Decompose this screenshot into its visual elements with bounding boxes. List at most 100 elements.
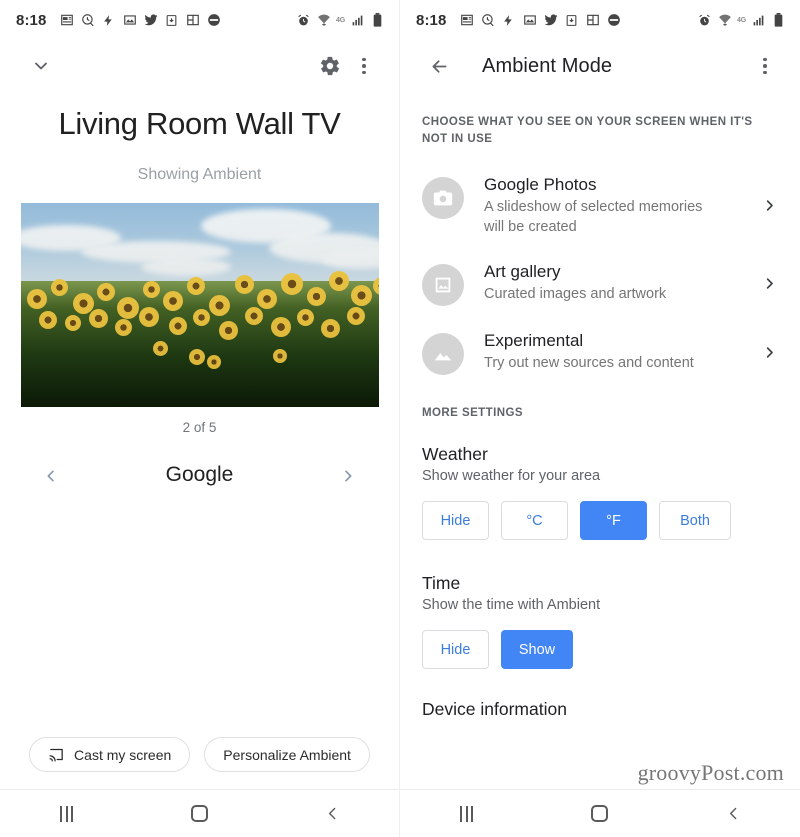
device-title: Living Room Wall TV <box>58 106 341 141</box>
ambient-photo-preview[interactable] <box>20 203 379 407</box>
android-nav-bar-right <box>400 789 800 837</box>
status-bar-right-group: 4G <box>296 13 385 28</box>
more-vertical-icon <box>763 57 767 75</box>
status-bar-left-group: 8:18 <box>416 12 697 29</box>
personalize-ambient-button[interactable]: Personalize Ambient <box>204 737 370 772</box>
battery-icon <box>771 13 786 28</box>
twitter-icon <box>543 13 558 28</box>
list-item-title: Art gallery <box>484 262 561 281</box>
time-option-hide[interactable]: Hide <box>422 630 489 669</box>
watermark: groovyPost.com <box>637 760 784 785</box>
list-item-title: Google Photos <box>484 175 597 194</box>
choose-source-section-header: CHOOSE WHAT YOU SEE ON YOUR SCREEN WHEN … <box>422 116 753 145</box>
chevron-right-icon <box>345 470 352 482</box>
weather-option-fahrenheit[interactable]: °F <box>580 501 647 540</box>
back-nav-button[interactable] <box>422 49 456 83</box>
chevron-left-icon <box>47 470 54 482</box>
back-chevron-icon <box>328 807 336 820</box>
status-bar-clock: 8:18 <box>416 11 447 29</box>
ambient-source-name: Google <box>165 463 234 486</box>
recents-icon <box>460 805 474 822</box>
weather-option-both[interactable]: Both <box>659 501 731 540</box>
more-vertical-icon <box>362 57 366 75</box>
list-item-subtitle: A slideshow of selected memories will be… <box>484 199 703 235</box>
back-chevron-icon <box>729 807 737 820</box>
list-item-title: Experimental <box>484 331 584 350</box>
circle-app-icon <box>606 13 621 28</box>
device-status-text: Showing Ambient <box>137 166 262 183</box>
recents-button[interactable] <box>37 790 97 837</box>
more-settings-section-header: MORE SETTINGS <box>422 407 524 419</box>
weather-option-hide[interactable]: Hide <box>422 501 489 540</box>
time-option-show[interactable]: Show <box>501 630 573 669</box>
list-item-text: Art gallery Curated images and artwork <box>464 261 756 304</box>
ambient-source-list: Google Photos A slideshow of selected me… <box>400 162 800 387</box>
left-panel-actions: Cast my screen Personalize Ambient <box>0 737 399 772</box>
left-overflow-menu-button[interactable] <box>347 49 381 83</box>
right-phone-panel: 8:18 4G Ambient Mode CHOOSE WHAT YOU SEE… <box>400 0 800 837</box>
mobile-data-label: 4G <box>336 16 345 24</box>
signal-bars-icon <box>350 13 365 28</box>
weather-setting-block: Weather Show weather for your area Hide … <box>400 444 800 540</box>
list-item-google-photos[interactable]: Google Photos A slideshow of selected me… <box>400 162 800 249</box>
camera-icon <box>422 177 464 219</box>
carousel-prev-button[interactable] <box>36 461 66 491</box>
device-information-row[interactable]: Device information <box>400 699 800 720</box>
mobile-data-label: 4G <box>737 16 746 24</box>
recents-button[interactable] <box>437 790 497 837</box>
back-button[interactable] <box>703 790 763 837</box>
dual-phone-screenshot: 8:18 4G Living Room Wall TV Showing Ambi… <box>0 0 800 837</box>
chevron-right-icon <box>756 271 782 297</box>
list-item-text: Experimental Try out new sources and con… <box>464 330 756 373</box>
bolt-icon <box>101 13 116 28</box>
collapse-button[interactable] <box>24 49 58 83</box>
photo-overlay <box>20 203 379 407</box>
home-icon <box>191 805 208 822</box>
news-icon <box>59 13 74 28</box>
cast-my-screen-button[interactable]: Cast my screen <box>29 737 191 772</box>
alarm-icon <box>296 13 311 28</box>
home-button[interactable] <box>570 790 630 837</box>
list-item-experimental[interactable]: Experimental Try out new sources and con… <box>400 318 800 387</box>
bolt-icon <box>501 13 516 28</box>
wifi-calling-icon <box>316 13 331 28</box>
signal-bars-icon <box>751 13 766 28</box>
weather-subtitle: Show weather for your area <box>422 468 601 484</box>
clock-off-icon <box>480 13 495 28</box>
settings-button[interactable] <box>313 49 347 83</box>
list-item-art-gallery[interactable]: Art gallery Curated images and artwork <box>400 249 800 318</box>
time-subtitle: Show the time with Ambient <box>422 597 601 613</box>
left-panel-toolbar <box>0 40 399 92</box>
wifi-calling-icon <box>717 13 732 28</box>
right-panel-toolbar: Ambient Mode <box>400 40 800 92</box>
status-bar-left: 8:18 4G <box>0 0 399 40</box>
status-bar-right-group: 4G <box>697 13 786 28</box>
back-button[interactable] <box>303 790 363 837</box>
alarm-icon <box>697 13 712 28</box>
arrow-left-icon <box>432 59 446 73</box>
android-nav-bar-left <box>0 789 399 837</box>
status-bar-left-group: 8:18 <box>16 12 296 29</box>
clock-off-icon <box>80 13 95 28</box>
landscape-icon <box>422 333 464 375</box>
carousel-next-button[interactable] <box>333 461 363 491</box>
weather-options-row: Hide °C °F Both <box>422 501 778 540</box>
news-icon <box>459 13 474 28</box>
status-bar-clock: 8:18 <box>16 11 47 29</box>
home-icon <box>591 805 609 822</box>
photo-icon <box>122 13 137 28</box>
circle-app-icon <box>206 13 221 28</box>
book-icon <box>585 13 600 28</box>
home-button[interactable] <box>170 790 230 837</box>
right-overflow-menu-button[interactable] <box>748 49 782 83</box>
photo-icon <box>522 13 537 28</box>
cast-button-label: Cast my screen <box>74 746 172 763</box>
list-item-subtitle: Curated images and artwork <box>484 286 667 302</box>
weather-title: Weather <box>422 444 488 464</box>
chevron-right-icon <box>756 340 782 366</box>
weather-option-celsius[interactable]: °C <box>501 501 568 540</box>
list-item-subtitle: Try out new sources and content <box>484 355 694 371</box>
save-icon <box>564 13 579 28</box>
page-title: Ambient Mode <box>482 54 613 77</box>
photo-counter: 2 of 5 <box>182 420 217 435</box>
